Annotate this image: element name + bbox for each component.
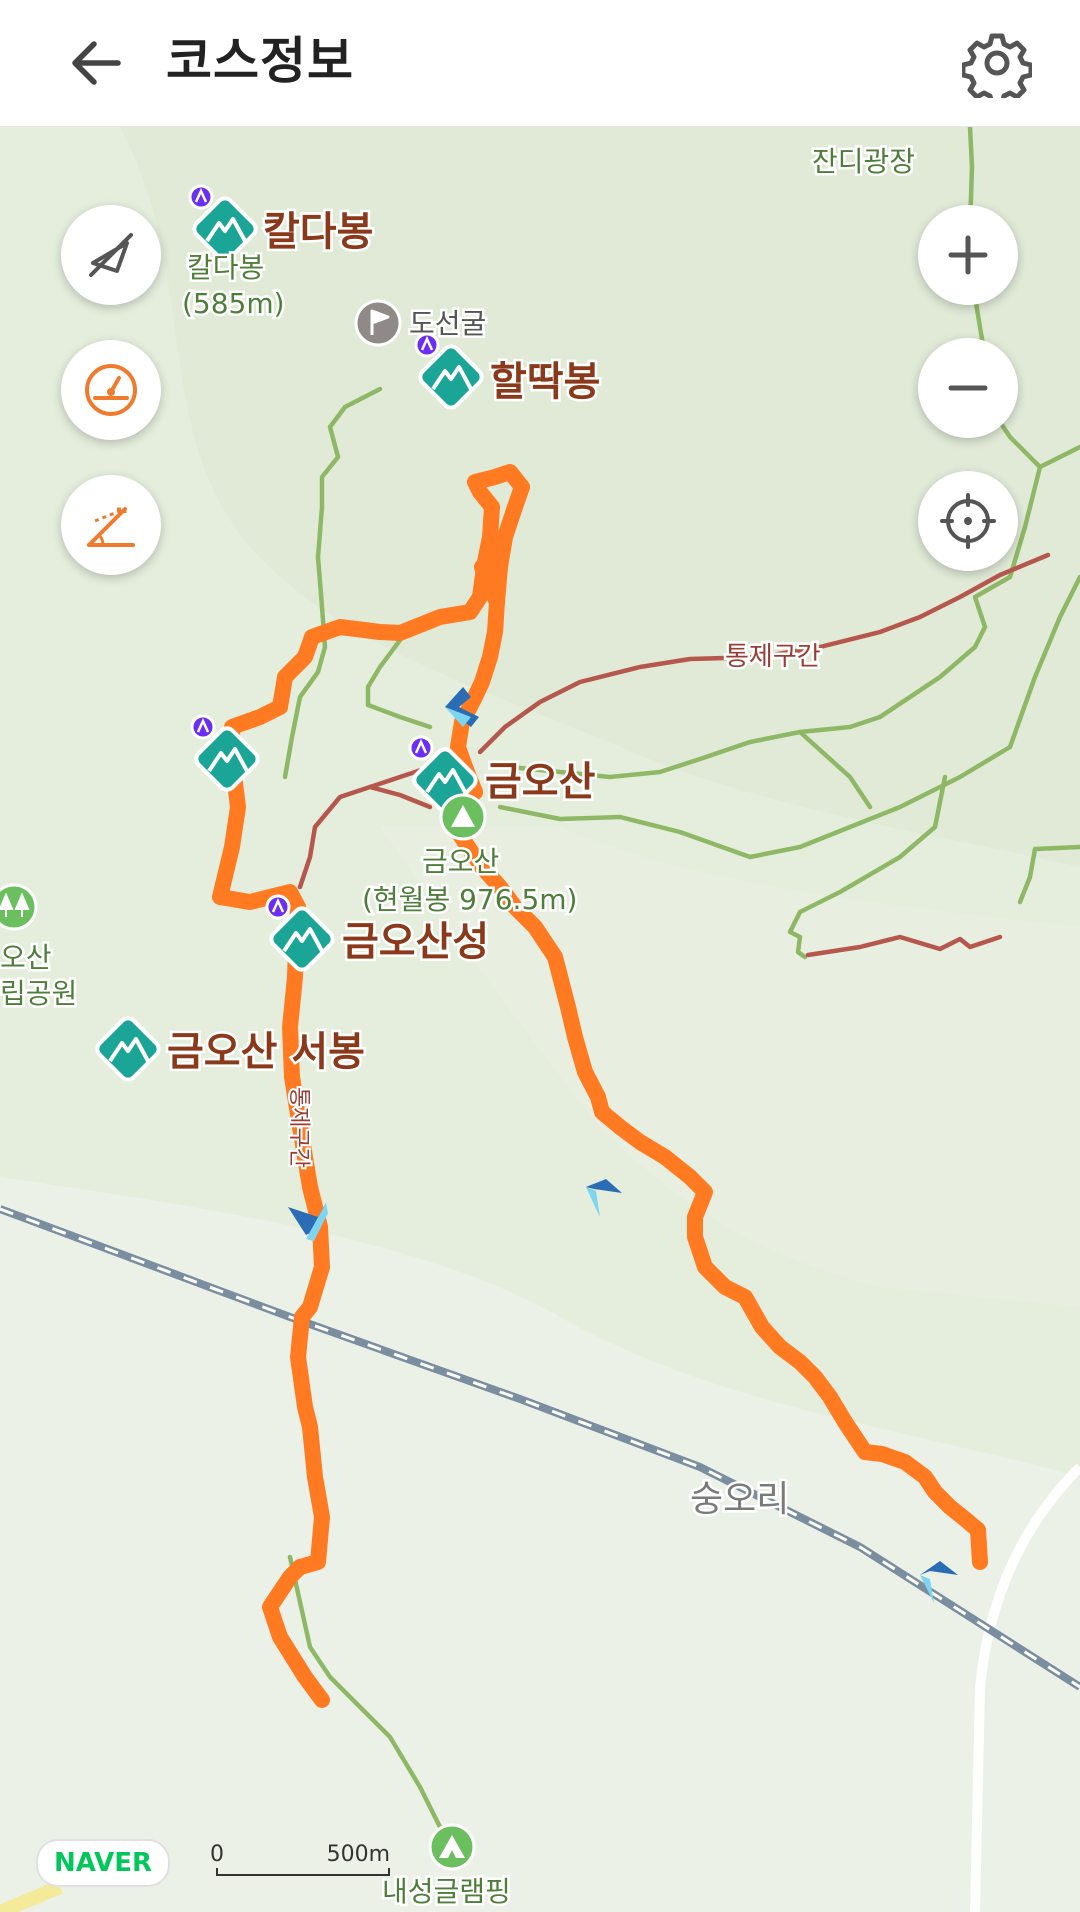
- campsite-icon[interactable]: [428, 1823, 476, 1871]
- peak-label-geumosanseong: 금오산성: [342, 919, 489, 965]
- speedometer-icon: [85, 364, 137, 416]
- peak-label-kaldabong: 칼다봉: [263, 209, 373, 255]
- place-label-doseongul: 도선굴: [409, 307, 486, 340]
- place-label-jandi: 잔디광장: [812, 145, 915, 178]
- crosshair-icon: [940, 493, 996, 549]
- my-location-button[interactable]: [918, 471, 1018, 571]
- village-label-sungori: 숭오리: [690, 1479, 789, 1520]
- zoom-out-button[interactable]: [918, 338, 1018, 438]
- back-button[interactable]: [62, 28, 132, 98]
- peak-sublabel-kaldabong-name: 칼다봉: [187, 251, 264, 284]
- page-title: 코스정보: [166, 32, 354, 90]
- scale-line: [216, 1868, 390, 1876]
- top-app-bar: 코스정보: [0, 0, 1080, 127]
- settings-button[interactable]: [960, 28, 1034, 107]
- slope-icon: [87, 507, 135, 547]
- summit-park-icon[interactable]: [439, 793, 487, 841]
- restricted-section-label: 통제구간: [725, 642, 821, 672]
- summit-sublabel-name: 금오산: [422, 845, 499, 878]
- compass-off-button[interactable]: [61, 205, 161, 305]
- peak-label-hallddakbong: 할딱봉: [490, 359, 600, 405]
- forest-park-icon[interactable]: [0, 883, 38, 931]
- zoom-in-button[interactable]: [918, 205, 1018, 305]
- compass-slash-icon: [89, 233, 133, 277]
- slope-button[interactable]: [61, 475, 161, 575]
- scale-bar: 0 500m: [210, 1842, 390, 1882]
- course-map[interactable]: 칼다봉 할딱봉 금오산 금오산성 금오산 서봉 칼다봉 (585m) 잔디광장 …: [0, 127, 1080, 1912]
- scale-zero-label: 0: [210, 1842, 224, 1867]
- arrow-left-icon: [72, 41, 121, 85]
- scale-distance-label: 500m: [326, 1842, 390, 1867]
- restricted-vertical-label: 통제구간: [286, 1087, 311, 1168]
- gear-icon: [960, 33, 1034, 107]
- park-label-line1: 오산: [0, 941, 52, 974]
- park-label-line2: 립공원: [0, 977, 77, 1010]
- minus-icon: [948, 385, 988, 391]
- speedometer-button[interactable]: [61, 340, 161, 440]
- peak-label-geumosan-west: 금오산 서봉: [167, 1029, 365, 1075]
- plus-icon: [948, 235, 988, 275]
- peak-label-geumosan: 금오산: [485, 759, 596, 805]
- summit-sublabel-height: (현월봉 976.5m): [362, 883, 577, 916]
- cave-flag-icon[interactable]: [354, 299, 402, 347]
- camping-label: 내성글램핑: [382, 1875, 511, 1908]
- peak-sublabel-kaldabong-height: (585m): [182, 287, 285, 320]
- naver-logo: NAVER: [36, 1839, 170, 1887]
